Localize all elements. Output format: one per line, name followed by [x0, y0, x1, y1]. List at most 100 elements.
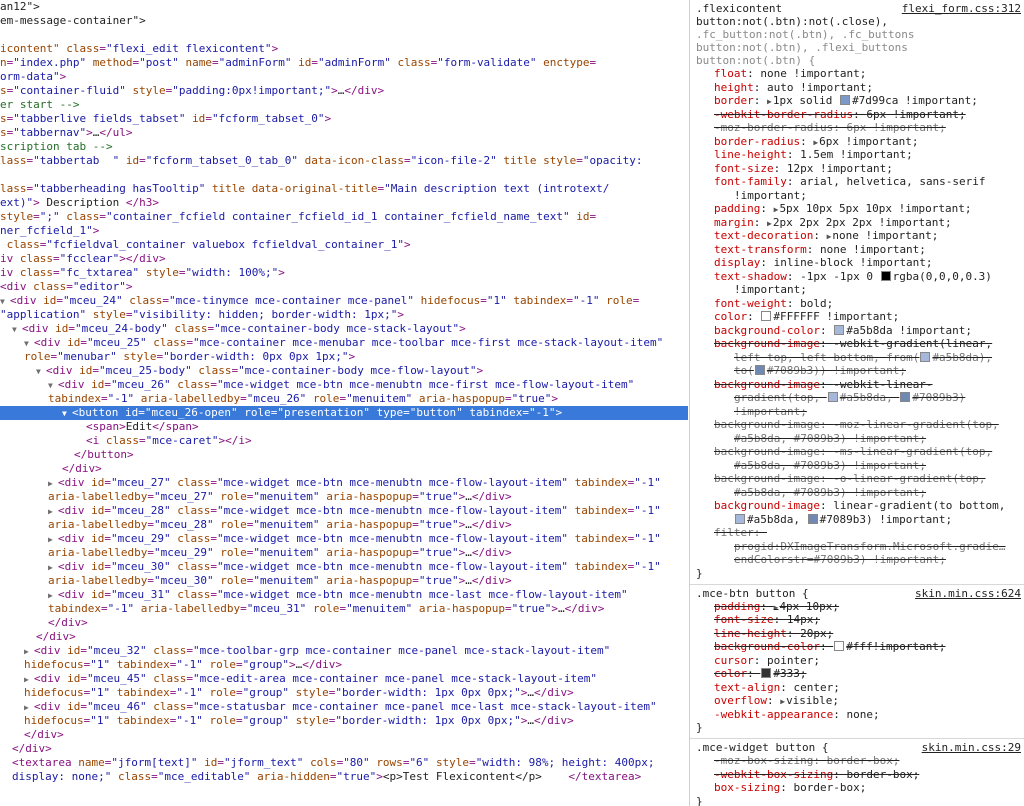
property-value[interactable]: 5px 10px 5px 10px !important; — [779, 202, 971, 215]
property-name[interactable]: line-height — [714, 627, 787, 640]
property-name[interactable]: -webkit-box-sizing — [714, 768, 833, 781]
property-value[interactable]: inline-block !important; — [774, 256, 933, 269]
rule-source-link[interactable]: skin.min.css:624 — [915, 587, 1021, 600]
dom-node-line[interactable]: ▼ <div id="mceu_25" class="mce-container … — [0, 336, 688, 350]
dom-node-line[interactable]: orm-data"> — [0, 70, 688, 84]
property-name[interactable]: font-weight — [714, 297, 787, 310]
property-value[interactable]: rgba(0,0,0,0.3) — [893, 270, 992, 283]
css-declaration[interactable]: box-sizing: border-box; — [696, 781, 1024, 795]
dom-node-line[interactable] — [0, 28, 688, 42]
css-declaration[interactable]: background-image: -ms-linear-gradient(to… — [696, 445, 1024, 459]
property-name[interactable]: -webkit-border-radius — [714, 108, 853, 121]
css-declaration[interactable]: line-height: 20px; — [696, 627, 1024, 641]
expand-triangle-closed-icon[interactable]: ▶ — [48, 589, 58, 603]
dom-node-line[interactable]: scription tab --> — [0, 140, 688, 154]
dom-node-line[interactable]: aria-labelledby="mceu_28" role="menuitem… — [0, 518, 688, 532]
property-name[interactable]: padding — [714, 600, 760, 613]
dom-node-line[interactable]: iv class="fc_txtarea" style="width: 100%… — [0, 266, 688, 280]
css-declaration[interactable]: overflow: ▶visible; — [696, 694, 1024, 708]
css-declaration[interactable]: background-image: -webkit-linear- — [696, 378, 1024, 392]
property-value[interactable]: bold; — [800, 297, 833, 310]
css-declaration[interactable]: text-decoration: ▶none !important; — [696, 229, 1024, 243]
css-declaration[interactable]: cursor: pointer; — [696, 654, 1024, 668]
property-name[interactable]: overflow — [714, 694, 767, 707]
property-value[interactable]: 1.5em !important; — [800, 148, 913, 161]
css-declaration[interactable]: text-align: center; — [696, 681, 1024, 695]
property-value[interactable]: 1px solid — [773, 94, 839, 107]
property-value[interactable]: -1px -1px 0 — [800, 270, 879, 283]
property-value[interactable]: #FFFFFF !important; — [773, 310, 899, 323]
property-name[interactable]: -webkit-appearance — [714, 708, 833, 721]
expand-triangle-open-icon[interactable]: ▼ — [0, 295, 10, 309]
dom-node-line[interactable]: ▶ <div id="mceu_45" class="mce-edit-area … — [0, 672, 688, 686]
property-name[interactable]: cursor — [714, 654, 754, 667]
dom-node-line[interactable]: hidefocus="1" tabindex="-1" role="group"… — [0, 714, 688, 728]
property-name[interactable]: border — [714, 94, 754, 107]
rule-source-link[interactable]: flexi_form.css:312 — [902, 2, 1021, 15]
color-swatch[interactable] — [735, 513, 745, 524]
dom-node-line[interactable]: style=";" class="container_fcfield conta… — [0, 210, 688, 224]
css-declaration[interactable]: -webkit-appearance: none; — [696, 708, 1024, 722]
color-swatch[interactable] — [807, 513, 818, 524]
css-declaration[interactable]: font-size: 12px !important; — [696, 162, 1024, 176]
css-declaration[interactable]: -moz-border-radius: 6px !important; — [696, 121, 1024, 135]
css-declaration[interactable]: text-shadow: -1px -1px 0 rgba(0,0,0,0.3) — [696, 270, 1024, 284]
css-declaration[interactable]: padding: ▶4px 10px; — [696, 600, 1024, 614]
rule-source-link[interactable]: skin.min.css:29 — [922, 741, 1021, 754]
property-name[interactable]: display — [714, 256, 760, 269]
property-name[interactable]: color — [714, 310, 747, 323]
css-declaration[interactable]: padding: ▶5px 10px 5px 10px !important; — [696, 202, 1024, 216]
css-declaration[interactable]: float: none !important; — [696, 67, 1024, 81]
property-name[interactable]: line-height — [714, 148, 787, 161]
dom-node-line[interactable]: ▶ <div id="mceu_28" class="mce-widget mce… — [0, 504, 688, 518]
expand-triangle-open-icon[interactable]: ▼ — [24, 337, 34, 351]
property-name[interactable]: padding — [714, 202, 760, 215]
css-declaration[interactable]: font-family: arial, helvetica, sans-seri… — [696, 175, 1024, 189]
color-swatch[interactable] — [834, 641, 845, 651]
property-name[interactable]: text-decoration — [714, 229, 813, 242]
expand-arrow-icon[interactable]: ▶ — [813, 138, 818, 147]
dom-node-line[interactable]: s="container-fluid" style="padding:0px!i… — [0, 84, 688, 98]
property-value[interactable]: -webkit-linear- — [833, 378, 932, 391]
css-declaration[interactable]: background-image: -o-linear-gradient(top… — [696, 472, 1024, 486]
dom-node-line[interactable]: an12"> — [0, 0, 688, 14]
color-swatch[interactable] — [834, 324, 845, 335]
property-name[interactable]: background-color — [714, 324, 820, 337]
dom-node-line[interactable]: </div> — [0, 728, 688, 742]
property-value[interactable]: arial, helvetica, sans-serif — [800, 175, 985, 188]
color-swatch[interactable] — [880, 270, 891, 281]
expand-triangle-closed-icon[interactable]: ▶ — [48, 477, 58, 491]
dom-node-line[interactable]: ext)"> Description </h3> — [0, 196, 688, 210]
property-value[interactable]: linear-gradient(to bottom, — [833, 499, 1005, 512]
dom-node-line[interactable]: <div class="editor"> — [0, 280, 688, 294]
css-declaration[interactable]: border-radius: ▶6px !important; — [696, 135, 1024, 149]
dom-node-line[interactable]: ▼ <div id="mceu_24" class="mce-tinymce mc… — [0, 294, 688, 308]
property-value[interactable]: 20px; — [800, 627, 833, 640]
expand-arrow-icon[interactable]: ▶ — [767, 97, 772, 106]
dom-node-line[interactable]: </div> — [0, 742, 688, 756]
styles-panel[interactable]: flexi_form.css:312 .flexicontent button:no… — [689, 0, 1024, 806]
property-name[interactable]: background-image — [714, 378, 820, 391]
property-name[interactable]: text-shadow — [714, 270, 787, 283]
expand-arrow-icon[interactable]: ▶ — [780, 697, 785, 706]
dom-node-line[interactable]: hidefocus="1" tabindex="-1" role="group"… — [0, 658, 688, 672]
dom-node-line[interactable]: display: none;" class="mce_editable" ari… — [0, 770, 688, 784]
color-swatch[interactable] — [840, 95, 851, 105]
property-name[interactable]: margin — [714, 216, 754, 229]
expand-triangle-open-icon[interactable]: ▼ — [48, 379, 58, 393]
dom-node-line[interactable]: ▶ <div id="mceu_27" class="mce-widget mce… — [0, 476, 688, 490]
property-name[interactable]: background-image — [714, 337, 820, 350]
dom-node-line[interactable]: "application" style="visibility: hidden;… — [0, 308, 688, 322]
property-name[interactable]: filter — [714, 526, 754, 539]
property-name[interactable]: text-align — [714, 681, 780, 694]
color-swatch[interactable] — [920, 351, 931, 362]
css-declaration[interactable]: border: ▶1px solid #7d99ca !important; — [696, 94, 1024, 108]
property-value[interactable]: 2px 2px 2px 2px !important; — [773, 216, 952, 229]
expand-arrow-icon[interactable]: ▶ — [827, 232, 832, 241]
expand-triangle-closed-icon[interactable]: ▶ — [24, 645, 34, 659]
color-swatch[interactable] — [900, 392, 911, 402]
property-value[interactable]: border-box; — [846, 768, 919, 781]
property-value[interactable]: border-box; — [793, 781, 866, 794]
expand-triangle-closed-icon[interactable]: ▶ — [48, 533, 58, 547]
property-value[interactable]: -moz-linear-gradient(top, — [833, 418, 999, 431]
